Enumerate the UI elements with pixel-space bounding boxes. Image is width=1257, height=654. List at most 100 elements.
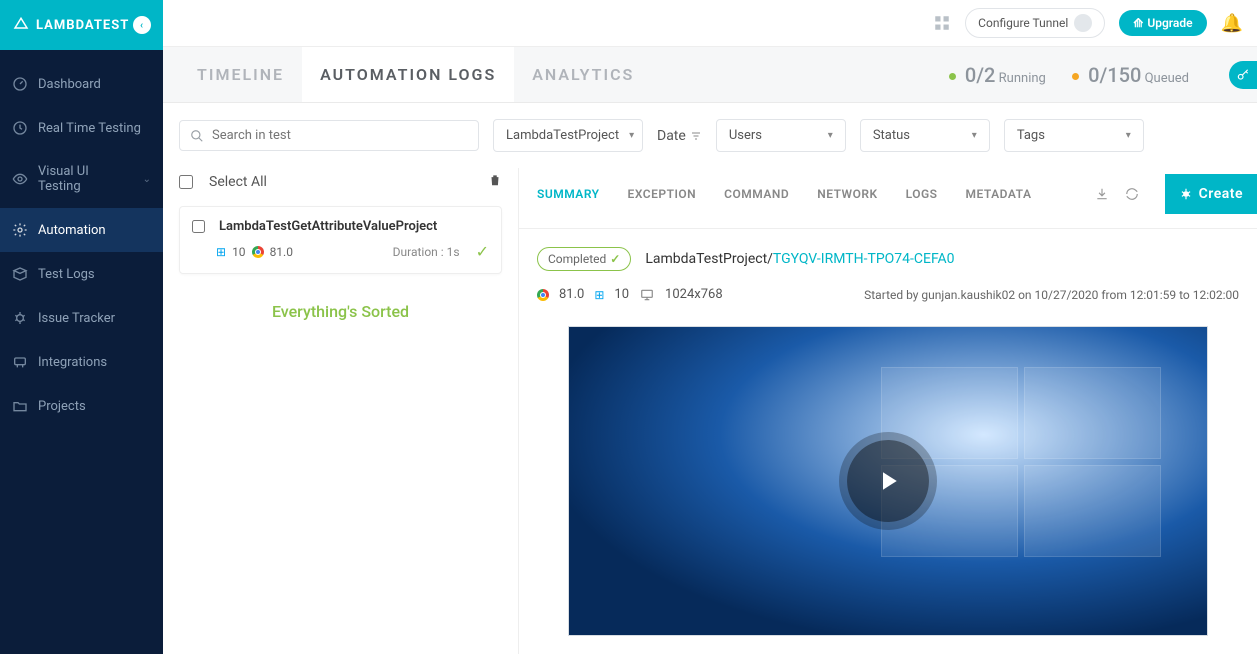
brand-name: LAMBDATEST [36, 18, 129, 33]
collapse-sidebar-button[interactable]: ‹ [133, 16, 151, 34]
filter-icon [690, 130, 702, 142]
detail-panel: SUMMARY EXCEPTION COMMAND NETWORK LOGS M… [519, 168, 1257, 654]
tab-analytics[interactable]: ANALYTICS [514, 47, 652, 102]
rocket-icon: ⟰ [1133, 16, 1143, 30]
project-dropdown[interactable]: LambdaTestProject ▾ [493, 119, 643, 152]
sidebar-item-label: Automation [38, 223, 106, 238]
duration: Duration : 1s [393, 245, 460, 259]
sidebar-item-issue-tracker[interactable]: Issue Tracker [0, 296, 163, 340]
video-player[interactable] [568, 326, 1208, 636]
avatar [1074, 14, 1092, 32]
detail-browser-version: 81.0 [559, 287, 584, 302]
subtab-command[interactable]: COMMAND [724, 187, 789, 201]
play-button[interactable] [847, 440, 929, 522]
search-icon [190, 129, 204, 143]
subtab-exception[interactable]: EXCEPTION [628, 187, 697, 201]
test-name: LambdaTestGetAttributeValueProject [219, 219, 437, 234]
tab-automation-logs[interactable]: AUTOMATION LOGS [302, 47, 514, 102]
os-version: 10 [232, 245, 246, 259]
sidebar-item-label: Projects [38, 399, 86, 414]
subtab-network[interactable]: NETWORK [817, 187, 877, 201]
gauge-icon [12, 76, 28, 92]
chevron-down-icon: ▾ [1126, 130, 1131, 141]
bell-icon[interactable]: 🔔 [1221, 13, 1243, 34]
sidebar-item-dashboard[interactable]: Dashboard [0, 62, 163, 106]
sidebar-nav: Dashboard Real Time Testing Visual UI Te… [0, 50, 163, 654]
sidebar-item-projects[interactable]: Projects [0, 384, 163, 428]
subtab-metadata[interactable]: METADATA [966, 187, 1032, 201]
logo-bar: LAMBDATEST ‹ [0, 0, 163, 50]
sidebar-item-automation[interactable]: Automation [0, 208, 163, 252]
sidebar-item-visual-ui[interactable]: Visual UI Testing ⌄ [0, 150, 163, 208]
monitor-icon [639, 288, 655, 302]
bug-icon [12, 310, 28, 326]
test-checkbox[interactable] [192, 220, 205, 233]
project-path: LambdaTestProject/TGYQV-IRMTH-TPO74-CEFA… [645, 251, 954, 267]
sidebar-item-label: Visual UI Testing [38, 164, 133, 194]
main: Configure Tunnel ⟰ Upgrade 🔔 TIMELINE AU… [163, 0, 1257, 654]
sidebar-item-integrations[interactable]: Integrations [0, 340, 163, 384]
running-label: Running [999, 71, 1046, 86]
sidebar-item-label: Real Time Testing [38, 121, 141, 136]
tunnel-label: Configure Tunnel [978, 16, 1068, 30]
configure-tunnel-button[interactable]: Configure Tunnel [965, 8, 1105, 38]
chrome-icon [537, 289, 549, 301]
status-selected: Status [873, 128, 910, 143]
tab-timeline[interactable]: TIMELINE [179, 47, 302, 102]
search-box[interactable] [179, 120, 479, 151]
test-card[interactable]: LambdaTestGetAttributeValueProject ⊞ 10 … [179, 206, 502, 274]
folder-icon [12, 398, 28, 414]
chevron-down-icon: ▾ [828, 130, 833, 141]
check-icon: ✓ [610, 252, 620, 266]
refresh-icon[interactable] [1125, 187, 1139, 201]
tabs-row: TIMELINE AUTOMATION LOGS ANALYTICS 0/2 R… [163, 47, 1257, 103]
access-key-button[interactable] [1229, 61, 1257, 89]
sidebar-item-label: Test Logs [38, 267, 95, 282]
gear-icon [12, 222, 28, 238]
tags-selected: Tags [1017, 128, 1045, 143]
subtabs: SUMMARY EXCEPTION COMMAND NETWORK LOGS M… [519, 168, 1257, 229]
session-id-link[interactable]: TGYQV-IRMTH-TPO74-CEFA0 [773, 251, 955, 267]
upgrade-button[interactable]: ⟰ Upgrade [1119, 10, 1206, 36]
dot-orange-icon [1072, 73, 1079, 80]
windows-icon: ⊞ [216, 245, 226, 259]
clock-icon [12, 120, 28, 136]
bug-icon [1179, 187, 1193, 201]
create-button[interactable]: Create [1165, 174, 1257, 214]
users-dropdown[interactable]: Users ▾ [716, 119, 846, 152]
chevron-down-icon: ▾ [972, 130, 977, 141]
sidebar: LAMBDATEST ‹ Dashboard Real Time Testing… [0, 0, 163, 654]
topbar: Configure Tunnel ⟰ Upgrade 🔔 [163, 0, 1257, 47]
date-filter[interactable]: Date [657, 128, 702, 144]
browser-version: 81.0 [270, 245, 293, 259]
create-label: Create [1199, 186, 1243, 202]
delete-button[interactable] [488, 172, 502, 192]
status-badge: Completed ✓ [537, 247, 631, 271]
project-selected: LambdaTestProject [506, 128, 619, 143]
running-count: 0/2 [965, 63, 996, 87]
sidebar-item-realtime[interactable]: Real Time Testing [0, 106, 163, 150]
download-icon[interactable] [1095, 187, 1109, 201]
brand-icon [12, 16, 30, 34]
play-icon [873, 466, 903, 496]
select-all-checkbox[interactable] [179, 175, 193, 189]
status-dropdown[interactable]: Status ▾ [860, 119, 990, 152]
tags-dropdown[interactable]: Tags ▾ [1004, 119, 1144, 152]
test-list-panel: Select All LambdaTestGetAttributeValuePr… [163, 168, 519, 654]
upgrade-label: Upgrade [1147, 16, 1192, 30]
subtab-logs[interactable]: LOGS [906, 187, 938, 201]
resolution: 1024x768 [665, 287, 723, 302]
subtab-summary[interactable]: SUMMARY [537, 187, 600, 201]
chevron-down-icon: ⌄ [143, 174, 151, 185]
sidebar-item-label: Integrations [38, 355, 107, 370]
detail-body: Completed ✓ LambdaTestProject/TGYQV-IRMT… [519, 229, 1257, 654]
users-selected: Users [729, 128, 762, 143]
search-input[interactable] [212, 128, 468, 143]
project-name: LambdaTestProject/ [645, 251, 773, 267]
apps-grid-icon[interactable] [933, 14, 951, 32]
sidebar-item-test-logs[interactable]: Test Logs [0, 252, 163, 296]
sidebar-item-label: Issue Tracker [38, 311, 115, 326]
chrome-icon [252, 246, 264, 258]
started-by: Started by gunjan.kaushik02 on 10/27/202… [864, 288, 1239, 302]
badge-label: Completed [548, 252, 606, 266]
